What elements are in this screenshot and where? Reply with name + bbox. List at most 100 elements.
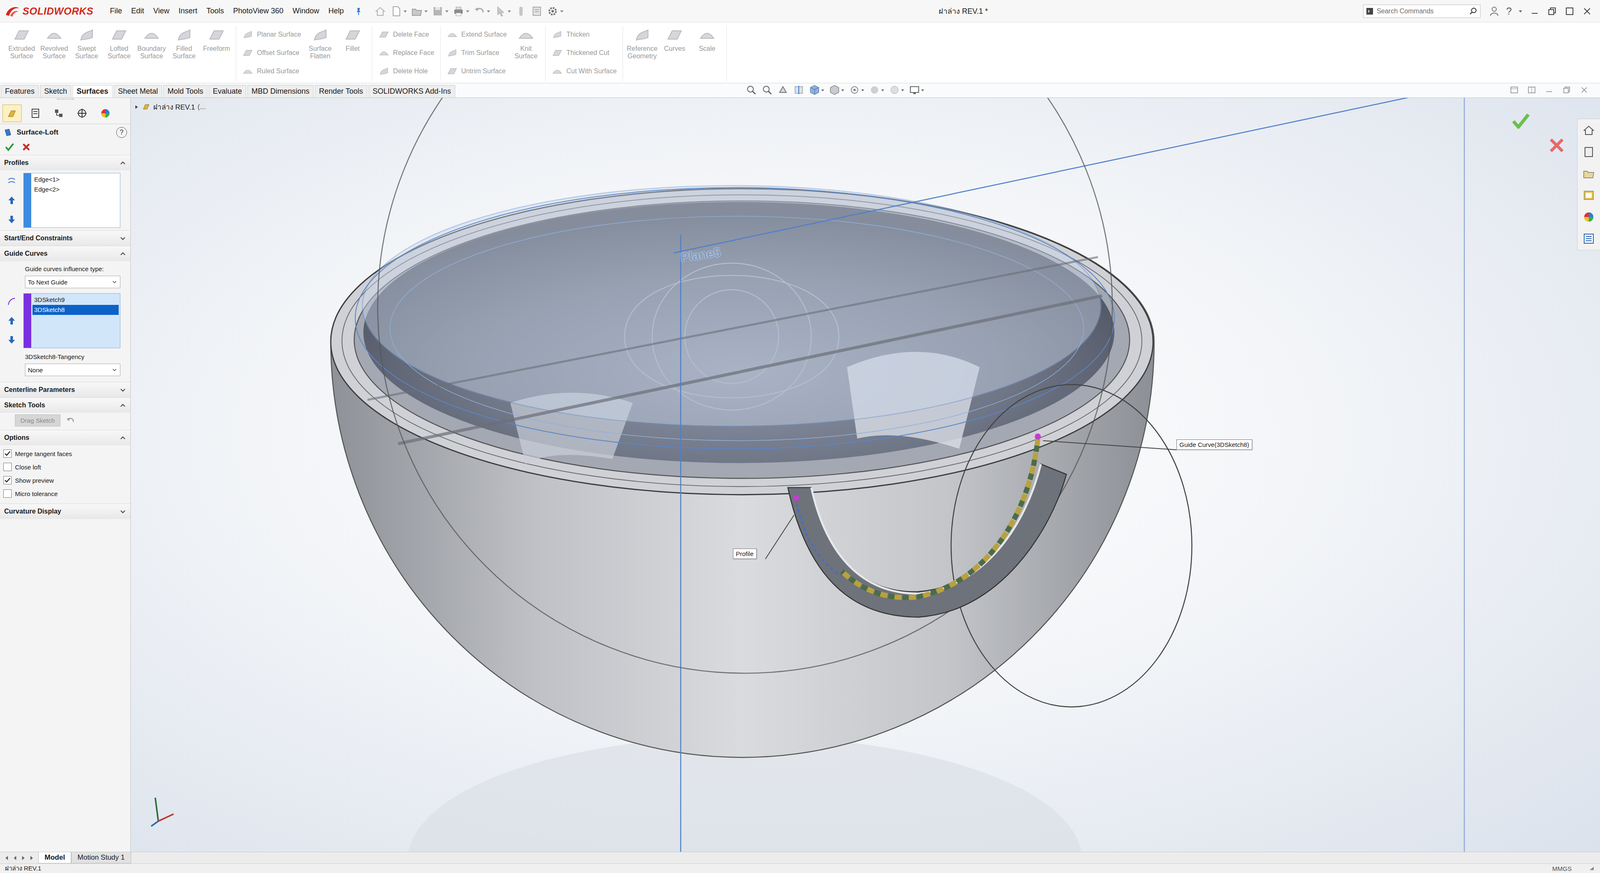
last-tab-icon[interactable] — [28, 854, 35, 862]
panel-tab[interactable] — [95, 104, 115, 123]
checkbox-row[interactable]: Close loft — [0, 460, 131, 474]
panel-grip[interactable] — [57, 98, 74, 103]
confirm-cancel-icon[interactable] — [1545, 134, 1568, 157]
list-item[interactable]: 3DSketch9 — [32, 294, 119, 305]
ribbon-button[interactable]: Cut With Surface — [551, 62, 617, 80]
command-tab[interactable]: Render Tools — [314, 84, 368, 98]
checkbox-row[interactable]: Show preview — [0, 473, 131, 487]
ribbon-button[interactable]: Extruded Surface — [5, 25, 38, 82]
graphics-area[interactable]: ฝาล่าง REV.1 (... Plane5 Profile Guide C… — [130, 97, 1600, 852]
view-palette-icon[interactable] — [1581, 188, 1596, 203]
heads-up-button[interactable] — [828, 84, 845, 96]
ribbon-button[interactable]: Revolved Surface — [38, 25, 70, 82]
list-item[interactable]: 3DSketch8 — [32, 304, 119, 315]
list-item[interactable]: Edge<2> — [32, 184, 119, 195]
ribbon-button[interactable]: Scale — [691, 25, 723, 82]
move-down-icon[interactable] — [6, 334, 17, 345]
heads-up-button[interactable] — [888, 84, 905, 96]
ribbon-button[interactable]: Lofted Surface — [103, 25, 135, 82]
ribbon-button[interactable]: Swept Surface — [70, 25, 103, 82]
restore-icon[interactable] — [1561, 84, 1572, 95]
menu-item[interactable]: File — [109, 6, 123, 16]
dropdown-arrow-icon[interactable] — [900, 88, 905, 93]
model-view[interactable] — [130, 97, 1600, 852]
guide-curves-list[interactable]: 3DSketch93DSketch8 — [23, 293, 121, 349]
ribbon-button[interactable]: Delete Face — [378, 25, 435, 44]
units-button[interactable]: MMGS — [1552, 864, 1572, 873]
ribbon-button[interactable]: Thickened Cut — [551, 44, 617, 62]
collapse-icon[interactable] — [119, 250, 127, 257]
model-tab[interactable]: Model — [38, 852, 72, 864]
collapse-icon[interactable] — [119, 401, 127, 409]
checkbox[interactable] — [3, 489, 12, 498]
command-tab[interactable]: Mold Tools — [163, 84, 208, 98]
dropdown-arrow-icon[interactable] — [559, 9, 564, 14]
search-commands[interactable]: Search Commands — [1363, 4, 1481, 18]
dropdown-arrow-icon[interactable] — [507, 9, 512, 14]
tangency-dropdown[interactable]: None — [24, 363, 121, 377]
first-tab-icon[interactable] — [3, 854, 10, 862]
move-down-icon[interactable] — [6, 214, 17, 225]
checkbox-row[interactable]: Micro tolerance — [0, 486, 131, 501]
properties-icon[interactable] — [1581, 231, 1596, 246]
ribbon-button[interactable]: Knit Surface — [510, 25, 542, 82]
quick-access-button[interactable] — [514, 4, 528, 18]
section-header[interactable]: Curvature Display — [0, 503, 131, 519]
expand-icon[interactable] — [119, 508, 127, 515]
ribbon-button[interactable]: Trim Surface — [446, 44, 507, 62]
heads-up-button[interactable] — [777, 84, 789, 96]
dropdown-arrow-icon[interactable] — [111, 279, 118, 285]
menu-item[interactable]: Window — [292, 6, 320, 16]
folder-icon[interactable] — [1581, 166, 1596, 181]
checkbox[interactable] — [3, 476, 12, 485]
quick-access-button[interactable] — [373, 4, 387, 18]
ribbon-button[interactable]: Surface Flatten — [304, 25, 337, 82]
split-icon[interactable] — [1526, 84, 1537, 95]
section-header[interactable]: Sketch Tools — [0, 397, 131, 413]
panel-tab[interactable] — [49, 104, 69, 123]
ok-icon[interactable] — [4, 141, 15, 153]
command-tab[interactable]: MBD Dimensions — [247, 84, 314, 98]
quick-access-button[interactable] — [389, 4, 408, 18]
parts-icon[interactable] — [1581, 144, 1596, 160]
dropdown-arrow-icon[interactable] — [111, 366, 118, 373]
dropdown-arrow-icon[interactable] — [465, 9, 470, 14]
ribbon-button[interactable]: Thicken — [551, 25, 617, 44]
section-header[interactable]: Centerline Parameters — [0, 381, 131, 398]
quick-access-button[interactable] — [530, 4, 544, 18]
dropdown-arrow-icon[interactable] — [403, 9, 408, 14]
ribbon-button[interactable]: Boundary Surface — [135, 25, 168, 82]
close-icon[interactable] — [1579, 84, 1590, 95]
menu-item[interactable]: View — [153, 6, 170, 16]
close-icon[interactable] — [1581, 5, 1593, 17]
heads-up-button[interactable] — [792, 84, 805, 96]
heads-up-button[interactable] — [908, 84, 925, 96]
ribbon-button[interactable]: Offset Surface — [241, 44, 302, 62]
menu-item[interactable]: Edit — [131, 6, 145, 16]
help-button[interactable]: ? — [1506, 5, 1512, 18]
dropdown-arrow-icon[interactable] — [820, 88, 825, 93]
ribbon-button[interactable]: Replace Face — [378, 44, 435, 62]
quick-access-button[interactable] — [473, 4, 491, 18]
dropdown-arrow-icon[interactable] — [1518, 9, 1523, 14]
section-header[interactable]: Guide Curves — [0, 245, 131, 262]
home-icon[interactable] — [1581, 123, 1596, 138]
expand-icon[interactable] — [119, 386, 127, 394]
menu-item[interactable]: Help — [328, 6, 344, 16]
model-tab[interactable]: Motion Study 1 — [71, 852, 131, 864]
confirm-ok-icon[interactable] — [1510, 110, 1532, 133]
pin-icon[interactable] — [353, 6, 364, 16]
ribbon-button[interactable]: Fillet — [336, 25, 369, 82]
magnifier-icon[interactable] — [1469, 7, 1478, 16]
influence-dropdown[interactable]: To Next Guide — [24, 275, 121, 289]
ribbon-button[interactable]: Reference Geometry — [626, 25, 658, 82]
section-header[interactable]: Options — [0, 429, 131, 446]
move-up-icon[interactable] — [6, 315, 17, 326]
help-button[interactable]: ? — [116, 127, 128, 138]
command-tab[interactable]: SOLIDWORKS Add-Ins — [368, 84, 456, 98]
ribbon-button[interactable]: Delete Hole — [378, 62, 435, 80]
dropdown-arrow-icon[interactable] — [920, 88, 925, 93]
command-tab[interactable]: Features — [0, 84, 39, 98]
checkbox[interactable] — [3, 462, 12, 472]
command-tab[interactable]: Evaluate — [208, 84, 247, 98]
